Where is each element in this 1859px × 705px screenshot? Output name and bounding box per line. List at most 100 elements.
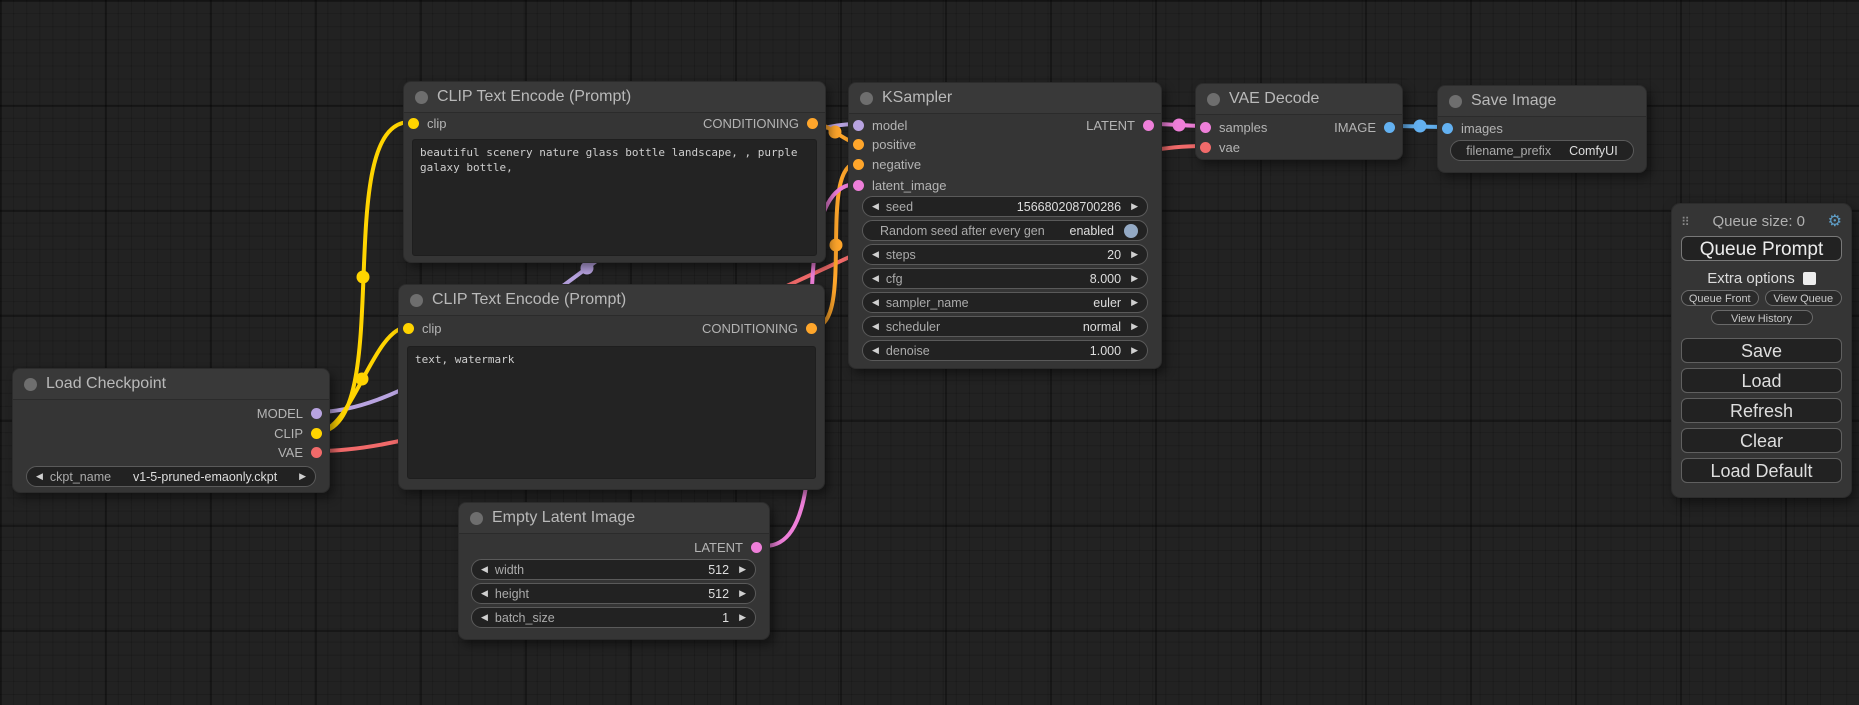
clip-output-port[interactable] <box>311 428 322 439</box>
node-title-bar[interactable]: Load Checkpoint <box>13 369 329 400</box>
decrement-arrow-icon[interactable]: ◀ <box>872 268 879 289</box>
clear-button[interactable]: Clear <box>1681 428 1842 453</box>
decrement-arrow-icon[interactable]: ◀ <box>36 466 43 487</box>
image-output-port[interactable] <box>1384 122 1395 133</box>
extra-options-checkbox[interactable] <box>1803 272 1816 285</box>
input-images: images <box>1442 120 1503 136</box>
width-widget[interactable]: ◀ width 512 ▶ <box>471 559 756 580</box>
node-save-image[interactable]: Save Image images filename_prefix ComfyU… <box>1437 85 1647 173</box>
node-title-bar[interactable]: CLIP Text Encode (Prompt) <box>404 82 825 113</box>
node-title-bar[interactable]: Save Image <box>1438 86 1646 117</box>
queue-front-button[interactable]: Queue Front <box>1681 290 1759 306</box>
node-clip-text-encode-negative[interactable]: CLIP Text Encode (Prompt) clip CONDITION… <box>398 284 825 490</box>
increment-arrow-icon[interactable]: ▶ <box>299 466 306 487</box>
collapse-dot-icon[interactable] <box>415 91 428 104</box>
collapse-dot-icon[interactable] <box>410 294 423 307</box>
increment-arrow-icon[interactable]: ▶ <box>739 607 746 628</box>
collapse-dot-icon[interactable] <box>24 378 37 391</box>
input-latent-image: latent_image <box>853 177 946 193</box>
sampler-name-widget[interactable]: ◀ sampler_name euler ▶ <box>862 292 1148 313</box>
graph-canvas[interactable]: { "icons": { "left_arrow": "◀", "right_a… <box>0 0 1859 705</box>
decrement-arrow-icon[interactable]: ◀ <box>872 244 879 265</box>
drag-handle-icon[interactable]: ⠿ <box>1681 215 1690 229</box>
ckpt-name-widget[interactable]: ◀ ckpt_name v1-5-pruned-emaonly.ckpt ▶ <box>26 466 316 487</box>
view-queue-button[interactable]: View Queue <box>1765 290 1843 306</box>
collapse-dot-icon[interactable] <box>470 512 483 525</box>
increment-arrow-icon[interactable]: ▶ <box>1131 292 1138 313</box>
view-history-button[interactable]: View History <box>1711 310 1813 325</box>
decrement-arrow-icon[interactable]: ◀ <box>872 340 879 361</box>
conditioning-output-port[interactable] <box>806 323 817 334</box>
toggle-indicator[interactable] <box>1124 224 1138 238</box>
increment-arrow-icon[interactable]: ▶ <box>739 583 746 604</box>
clip-input-port[interactable] <box>408 118 419 129</box>
random-seed-toggle-widget[interactable]: Random seed after every gen enabled <box>862 220 1148 241</box>
decrement-arrow-icon[interactable]: ◀ <box>872 292 879 313</box>
view-history-row: View History <box>1681 310 1842 325</box>
node-vae-decode[interactable]: VAE Decode samples vae IMAGE <box>1195 83 1403 160</box>
positive-input-port[interactable] <box>853 139 864 150</box>
action-buttons: Save Load Refresh Clear Load Default <box>1681 338 1842 483</box>
height-widget[interactable]: ◀ height 512 ▶ <box>471 583 756 604</box>
input-label: vae <box>1219 140 1240 155</box>
node-empty-latent-image[interactable]: Empty Latent Image LATENT ◀ width 512 ▶ … <box>458 502 770 640</box>
increment-arrow-icon[interactable]: ▶ <box>1131 340 1138 361</box>
decrement-arrow-icon[interactable]: ◀ <box>481 583 488 604</box>
widget-label: sampler_name <box>886 296 969 310</box>
steps-widget[interactable]: ◀ steps 20 ▶ <box>862 244 1148 265</box>
samples-input-port[interactable] <box>1200 122 1211 133</box>
widget-label: cfg <box>886 272 903 286</box>
increment-arrow-icon[interactable]: ▶ <box>1131 268 1138 289</box>
node-title: KSampler <box>882 89 952 107</box>
save-button[interactable]: Save <box>1681 338 1842 363</box>
cfg-widget[interactable]: ◀ cfg 8.000 ▶ <box>862 268 1148 289</box>
widget-label: denoise <box>886 344 930 358</box>
batch-size-widget[interactable]: ◀ batch_size 1 ▶ <box>471 607 756 628</box>
positive-prompt-textarea[interactable]: beautiful scenery nature glass bottle la… <box>412 139 817 256</box>
denoise-widget[interactable]: ◀ denoise 1.000 ▶ <box>862 340 1148 361</box>
output-model: MODEL <box>257 405 322 421</box>
latent-output-port[interactable] <box>1143 120 1154 131</box>
gear-icon[interactable]: ⚙ <box>1828 214 1842 230</box>
decrement-arrow-icon[interactable]: ◀ <box>872 196 879 217</box>
latent-output-port[interactable] <box>751 542 762 553</box>
model-input-port[interactable] <box>853 120 864 131</box>
load-default-button[interactable]: Load Default <box>1681 458 1842 483</box>
vae-output-port[interactable] <box>311 447 322 458</box>
input-label: negative <box>872 157 921 172</box>
output-latent: LATENT <box>1086 117 1154 133</box>
load-button[interactable]: Load <box>1681 368 1842 393</box>
scheduler-widget[interactable]: ◀ scheduler normal ▶ <box>862 316 1148 337</box>
vae-input-port[interactable] <box>1200 142 1211 153</box>
queue-small-buttons: Queue Front View Queue <box>1681 290 1842 306</box>
model-output-port[interactable] <box>311 408 322 419</box>
node-clip-text-encode-positive[interactable]: CLIP Text Encode (Prompt) clip CONDITION… <box>403 81 826 263</box>
collapse-dot-icon[interactable] <box>1449 95 1462 108</box>
increment-arrow-icon[interactable]: ▶ <box>1131 316 1138 337</box>
decrement-arrow-icon[interactable]: ◀ <box>872 316 879 337</box>
increment-arrow-icon[interactable]: ▶ <box>1131 196 1138 217</box>
node-ksampler[interactable]: KSampler model positive negative latent_… <box>848 82 1162 369</box>
decrement-arrow-icon[interactable]: ◀ <box>481 559 488 580</box>
queue-prompt-button[interactable]: Queue Prompt <box>1681 236 1842 261</box>
images-input-port[interactable] <box>1442 123 1453 134</box>
widget-label: filename_prefix <box>1466 144 1551 158</box>
collapse-dot-icon[interactable] <box>860 92 873 105</box>
node-title-bar[interactable]: KSampler <box>849 83 1161 114</box>
conditioning-output-port[interactable] <box>807 118 818 129</box>
negative-input-port[interactable] <box>853 159 864 170</box>
node-title-bar[interactable]: CLIP Text Encode (Prompt) <box>399 285 824 316</box>
seed-widget[interactable]: ◀ seed 156680208700286 ▶ <box>862 196 1148 217</box>
refresh-button[interactable]: Refresh <box>1681 398 1842 423</box>
increment-arrow-icon[interactable]: ▶ <box>739 559 746 580</box>
increment-arrow-icon[interactable]: ▶ <box>1131 244 1138 265</box>
node-load-checkpoint[interactable]: Load Checkpoint MODEL CLIP VAE ◀ ckpt_na… <box>12 368 330 493</box>
node-title-bar[interactable]: Empty Latent Image <box>459 503 769 534</box>
filename-prefix-widget[interactable]: filename_prefix ComfyUI <box>1450 140 1634 161</box>
collapse-dot-icon[interactable] <box>1207 93 1220 106</box>
negative-prompt-textarea[interactable]: text, watermark <box>407 346 816 479</box>
node-title-bar[interactable]: VAE Decode <box>1196 84 1402 115</box>
latent-image-input-port[interactable] <box>853 180 864 191</box>
clip-input-port[interactable] <box>403 323 414 334</box>
decrement-arrow-icon[interactable]: ◀ <box>481 607 488 628</box>
